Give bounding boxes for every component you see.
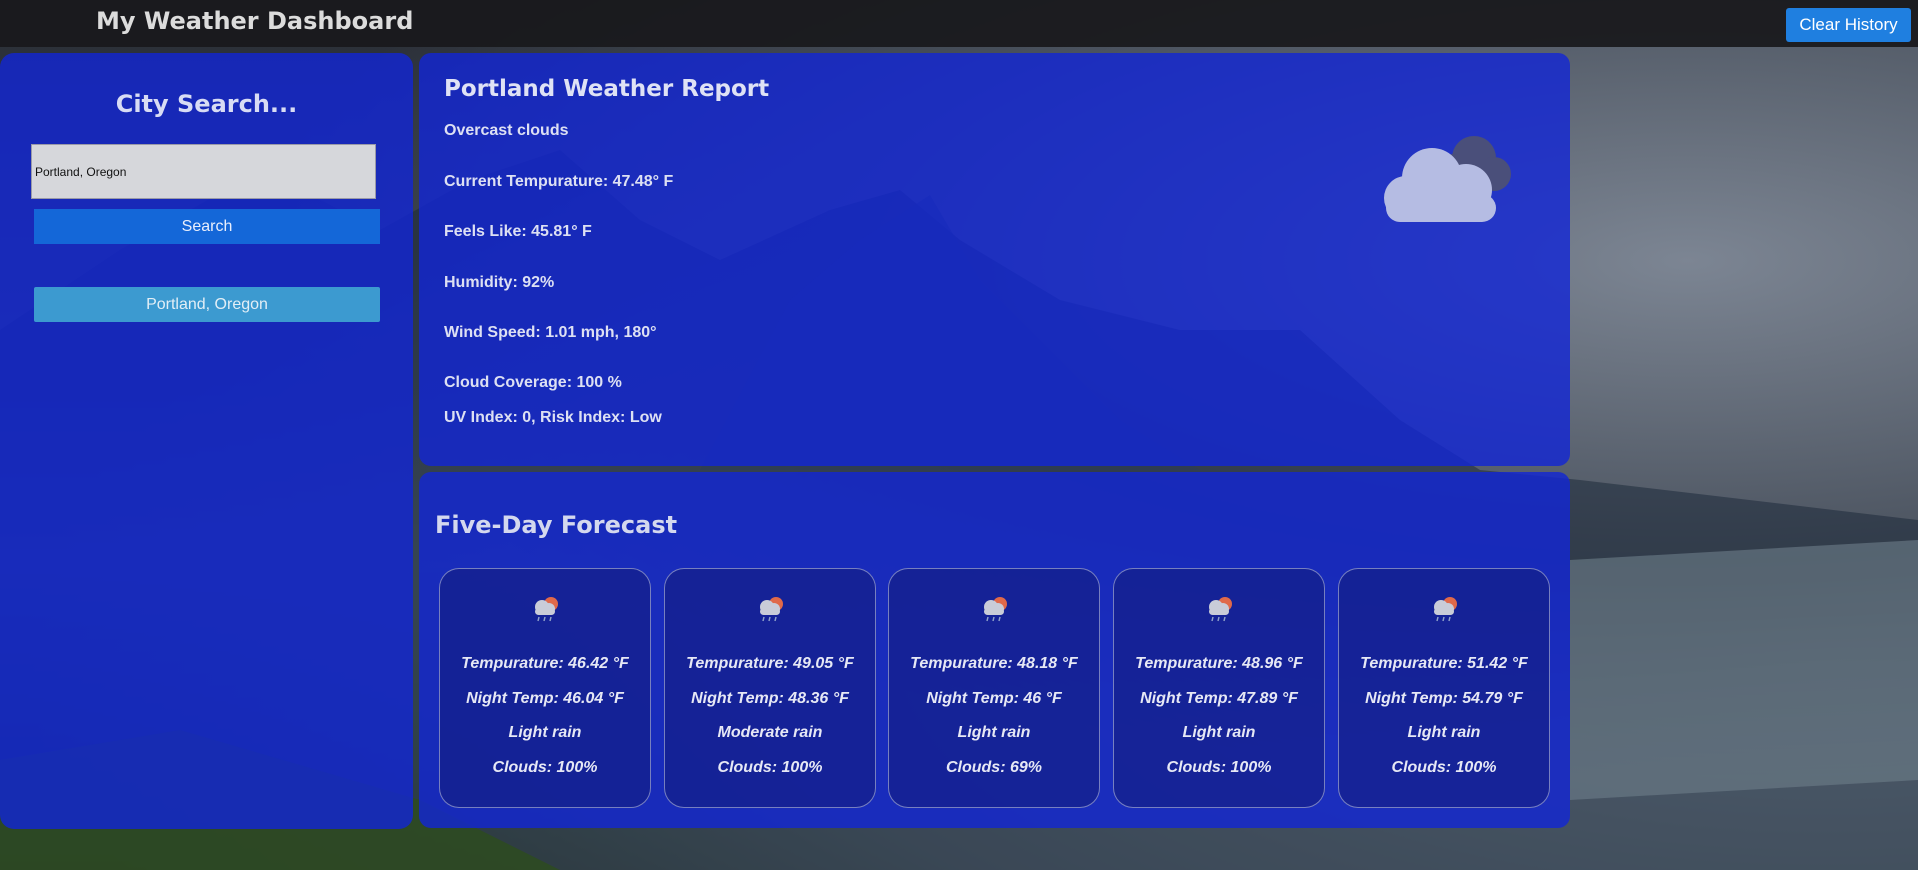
light-rain-icon <box>984 597 1007 622</box>
cloud-coverage: Cloud Coverage: 100 % <box>444 374 622 391</box>
light-rain-icon <box>760 597 783 622</box>
day-clouds: Clouds: 100% <box>1166 759 1272 776</box>
app-title: My Weather Dashboard <box>96 7 414 35</box>
light-rain-icon <box>535 597 558 622</box>
day-description: Light rain <box>508 724 582 741</box>
night-temperature: Night Temp: 47.89 °F <box>1140 690 1298 707</box>
day-description: Light rain <box>957 724 1031 741</box>
day-clouds: Clouds: 100% <box>717 759 823 776</box>
day-description: Light rain <box>1182 724 1256 741</box>
uv-index: UV Index: 0, Risk Index: Low <box>444 409 662 426</box>
day-temperature: Tempurature: 46.42 °F <box>461 655 629 672</box>
weather-report-title: Portland Weather Report <box>444 76 770 102</box>
night-temperature: Night Temp: 46 °F <box>926 690 1062 707</box>
light-rain-icon <box>1209 597 1232 622</box>
night-temperature: Night Temp: 46.04 °F <box>466 690 624 707</box>
current-weather-panel <box>419 53 1570 466</box>
weather-description: Overcast clouds <box>444 122 569 139</box>
current-temperature: Current Tempurature: 47.48° F <box>444 173 674 190</box>
feels-like: Feels Like: 45.81° F <box>444 223 592 240</box>
humidity: Humidity: 92% <box>444 274 555 291</box>
light-rain-icon <box>1434 597 1457 622</box>
day-description: Light rain <box>1407 724 1481 741</box>
wind-speed: Wind Speed: 1.01 mph, 180° <box>444 324 657 341</box>
forecast-day-card: Tempurature: 48.18 °F Night Temp: 46 °F … <box>888 568 1100 808</box>
clear-history-button[interactable]: Clear History <box>1786 8 1911 42</box>
forecast-day-card: Tempurature: 51.42 °F Night Temp: 54.79 … <box>1338 568 1550 808</box>
day-description: Moderate rain <box>717 724 823 741</box>
forecast-day-card: Tempurature: 48.96 °F Night Temp: 47.89 … <box>1113 568 1325 808</box>
forecast-day-card: Tempurature: 46.42 °F Night Temp: 46.04 … <box>439 568 651 808</box>
day-clouds: Clouds: 69% <box>945 759 1042 776</box>
day-clouds: Clouds: 100% <box>492 759 598 776</box>
day-temperature: Tempurature: 48.96 °F <box>1135 655 1303 672</box>
city-search-input[interactable] <box>31 144 376 199</box>
forecast-day-card: Tempurature: 49.05 °F Night Temp: 48.36 … <box>664 568 876 808</box>
search-button[interactable]: Search <box>34 209 380 244</box>
city-search-title: City Search... <box>115 90 298 118</box>
history-item-portland[interactable]: Portland, Oregon <box>34 287 380 322</box>
day-clouds: Clouds: 100% <box>1391 759 1497 776</box>
night-temperature: Night Temp: 54.79 °F <box>1365 690 1523 707</box>
day-temperature: Tempurature: 49.05 °F <box>686 655 854 672</box>
day-temperature: Tempurature: 48.18 °F <box>910 655 1078 672</box>
night-temperature: Night Temp: 48.36 °F <box>691 690 849 707</box>
forecast-title: Five-Day Forecast <box>435 511 678 539</box>
top-bar: My Weather Dashboard Clear History <box>0 0 1918 47</box>
overcast-clouds-icon <box>1384 136 1511 222</box>
day-temperature: Tempurature: 51.42 °F <box>1360 655 1528 672</box>
